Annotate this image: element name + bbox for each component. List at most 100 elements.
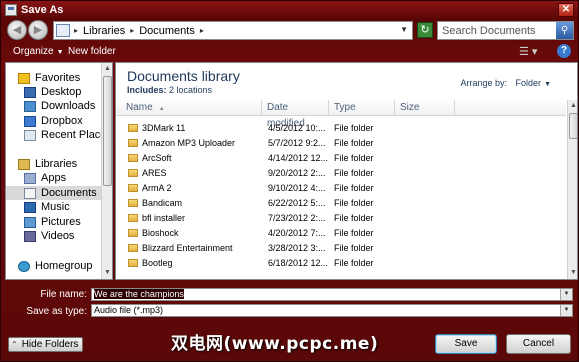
watermark-text: 双电网(www.pcpc.me) [171,334,379,354]
file-type: File folder [334,258,374,268]
nav-item-favorites[interactable]: Favorites [18,71,80,85]
back-button[interactable]: ◀ [7,20,27,40]
file-row[interactable]: 3DMark 11 4/5/2012 10:... File folder [116,121,566,136]
pictures-library-icon [24,216,36,228]
file-name: Blizzard Entertainment [142,243,233,253]
chevron-down-icon[interactable]: ▼ [560,289,572,300]
file-name: Amazon MP3 Uploader [142,138,236,148]
file-type: File folder [334,183,374,193]
scroll-down-icon[interactable]: ▼ [568,267,577,279]
cancel-button[interactable]: Cancel [506,334,571,354]
file-row[interactable]: Bioshock 4/20/2012 7:... File folder [116,226,566,241]
file-row[interactable]: Bandicam 6/22/2012 5:... File folder [116,196,566,211]
address-history-dropdown[interactable]: ▼ [400,25,408,34]
file-date: 7/23/2012 2:... [268,213,326,223]
nav-item-downloads[interactable]: Downloads [24,99,95,113]
search-icon[interactable]: ⚲ [556,22,573,39]
save-button[interactable]: Save [435,334,497,354]
file-list-pane: Documents library Includes: 2 locations … [115,62,578,280]
refresh-icon[interactable]: ↻ [417,22,433,38]
column-header-type[interactable]: Type [329,100,395,116]
videos-library-icon [24,230,36,242]
view-options-icon[interactable]: ☰ ▾ [519,45,537,58]
scroll-down-icon[interactable]: ▼ [102,267,112,279]
folder-icon [128,169,138,177]
nav-item-homegroup[interactable]: Homegroup [18,259,92,273]
library-locations-link[interactable]: 2 locations [169,85,212,95]
save-as-type-value: Audio file (*.mp3) [94,305,164,315]
breadcrumb-documents[interactable]: Documents [139,25,195,37]
nav-scrollbar[interactable]: ▲ ▼ [101,63,112,279]
column-header-size[interactable]: Size [395,100,455,116]
window-icon [5,4,17,16]
file-row[interactable]: ARES 9/20/2012 2:... File folder [116,166,566,181]
arrange-by-dropdown[interactable]: Folder ▼ [516,78,551,88]
library-title: Documents library [127,68,240,84]
library-icon [56,24,70,37]
chevron-down-icon[interactable]: ▼ [560,305,572,316]
file-date: 4/5/2012 10:... [268,123,326,133]
documents-library-icon [24,187,36,199]
navigation-pane: Favorites Desktop Downloads Dropbox Rece… [5,62,113,280]
homegroup-icon [18,260,30,272]
scroll-up-icon[interactable]: ▲ [102,63,112,75]
file-name: ArmA 2 [142,183,172,193]
file-type: File folder [334,138,374,148]
nav-item-recent-places[interactable]: Recent Places [24,128,112,142]
save-as-dialog: Save As ✕ ◀ ▶ ▸ Libraries ▸ Documents ▸ … [0,0,579,362]
address-bar[interactable]: ▸ Libraries ▸ Documents ▸ ▼ [53,21,413,40]
file-list-scroll-thumb[interactable] [569,113,577,139]
file-type: File folder [334,213,374,223]
folder-icon [128,154,138,162]
column-header-name[interactable]: Name ▲ [116,100,262,116]
file-date: 5/7/2012 9:2... [268,138,326,148]
file-type: File folder [334,198,374,208]
search-placeholder: Search Documents [442,24,536,37]
address-row: ◀ ▶ ▸ Libraries ▸ Documents ▸ ▼ ↻ Search… [1,19,578,41]
file-row[interactable]: Amazon MP3 Uploader 5/7/2012 9:2... File… [116,136,566,151]
nav-item-music[interactable]: Music [24,200,70,214]
folder-icon [128,199,138,207]
file-list-scrollbar[interactable]: ▲ ▼ [567,100,577,279]
file-name: 3DMark 11 [142,123,186,133]
file-type: File folder [334,123,374,133]
search-input[interactable]: Search Documents ⚲ [437,21,574,40]
music-library-icon [24,201,36,213]
column-header-date[interactable]: Date modified [262,100,329,129]
file-date: 9/10/2012 4:... [268,183,326,193]
new-folder-button[interactable]: New folder [68,46,116,57]
file-type: File folder [334,243,374,253]
nav-item-videos[interactable]: Videos [24,229,74,243]
nav-scroll-thumb[interactable] [103,76,112,186]
chevron-up-icon: ⌃ [11,340,18,349]
scroll-up-icon[interactable]: ▲ [568,100,577,112]
file-row[interactable]: Blizzard Entertainment 3/28/2012 3:... F… [116,241,566,256]
file-row[interactable]: ArcSoft 4/14/2012 12... File folder [116,151,566,166]
nav-item-documents[interactable]: Documents [6,186,102,200]
nav-item-apps[interactable]: Apps [24,171,66,185]
nav-item-libraries[interactable]: Libraries [18,157,77,171]
nav-item-dropbox[interactable]: Dropbox [24,114,83,128]
close-button[interactable]: ✕ [558,3,574,17]
nav-item-desktop[interactable]: Desktop [24,85,81,99]
folder-icon [128,244,138,252]
title-bar[interactable]: Save As ✕ [1,1,578,19]
file-row[interactable]: Bootleg 6/18/2012 12... File folder [116,256,566,271]
file-row[interactable]: ArmA 2 9/10/2012 4:... File folder [116,181,566,196]
organize-button[interactable]: Organize ▼ [13,46,64,57]
file-date: 6/18/2012 12... [268,258,328,268]
sort-ascending-icon: ▲ [158,106,165,112]
save-as-type-select[interactable]: Audio file (*.mp3) ▼ [91,304,573,317]
forward-button[interactable]: ▶ [28,20,48,40]
chevron-right-icon[interactable]: ▸ [130,26,134,35]
chevron-right-icon[interactable]: ▸ [74,26,78,35]
file-row[interactable]: bfl installer 7/23/2012 2:... File folde… [116,211,566,226]
file-name-field[interactable]: We are the champions ▼ [91,288,573,301]
chevron-right-icon[interactable]: ▸ [200,26,204,35]
folder-icon [128,139,138,147]
nav-item-pictures[interactable]: Pictures [24,215,81,229]
help-icon[interactable]: ? [557,44,571,58]
file-name-label: File name: [40,289,87,300]
hide-folders-button[interactable]: ⌃ Hide Folders [8,337,84,352]
breadcrumb-libraries[interactable]: Libraries [83,25,125,37]
